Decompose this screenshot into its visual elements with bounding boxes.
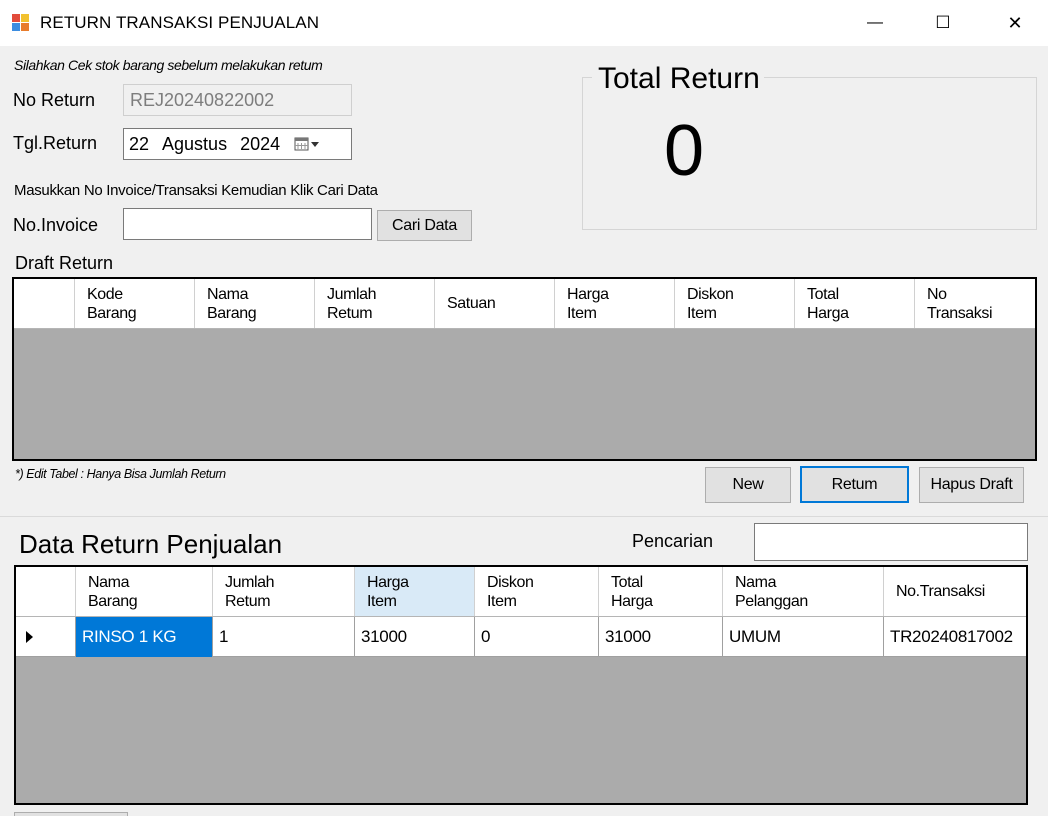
edit-table-note: *) Edit Tabel : Hanya Bisa Jumlah Return <box>15 467 226 481</box>
cell-no-transaksi[interactable]: TR20240817002 <box>884 617 1026 657</box>
maximize-button[interactable]: ☐ <box>908 0 978 46</box>
cell-jumlah-return[interactable]: 1 <box>213 617 355 657</box>
cell-total-harga[interactable]: 31000 <box>599 617 723 657</box>
section-divider <box>0 516 1048 517</box>
return-date-picker[interactable]: 22 Agustus 2024 <box>123 128 352 160</box>
cell-diskon-item[interactable]: 0 <box>475 617 599 657</box>
close-button[interactable]: ✕ <box>980 0 1048 46</box>
draft-col-no-transaksi[interactable]: No Transaksi <box>915 279 1035 328</box>
return-button[interactable]: Retum <box>800 466 909 503</box>
cell-nama-pelanggan[interactable]: UMUM <box>723 617 884 657</box>
cell-harga-item[interactable]: 31000 <box>355 617 475 657</box>
data-col-total-harga[interactable]: Total Harga <box>599 567 723 616</box>
draft-col-total-harga[interactable]: Total Harga <box>795 279 915 328</box>
draft-col-jumlah-return[interactable]: Jumlah Retum <box>315 279 435 328</box>
draft-row-header-corner <box>14 279 75 328</box>
data-row-header-corner <box>16 567 76 616</box>
data-col-jumlah-return[interactable]: Jumlah Retum <box>213 567 355 616</box>
date-day: 22 <box>129 133 150 154</box>
invoice-instruction: Masukkan No Invoice/Transaksi Kemudian K… <box>14 182 378 199</box>
data-return-grid[interactable]: Nama Barang Jumlah Retum Harga Item Diskon I… <box>14 565 1028 805</box>
stock-check-note: Silahkan Cek stok barang sebelum melakuk… <box>14 57 323 73</box>
date-year: 2024 <box>240 133 281 154</box>
invoice-label: No.Invoice <box>13 215 99 235</box>
search-label: Pencarian <box>632 531 714 551</box>
total-return-value: 0 <box>664 111 705 191</box>
no-return-label: No Return <box>13 90 96 110</box>
app-icon <box>12 13 30 31</box>
draft-grid-header: Kode Barang Nama Barang Jumlah Retum Satuan… <box>14 279 1035 329</box>
date-month: Agustus <box>162 133 228 154</box>
cell-nama-barang[interactable]: RINSO 1 KG <box>76 617 213 657</box>
tgl-return-label: Tgl.Return <box>13 133 98 153</box>
data-col-diskon-item[interactable]: Diskon Item <box>475 567 599 616</box>
data-col-harga-item[interactable]: Harga Item <box>355 567 475 616</box>
data-grid-header: Nama Barang Jumlah Retum Harga Item Diskon I… <box>16 567 1026 617</box>
data-return-title: Data Return Penjualan <box>19 529 283 559</box>
draft-col-diskon-item[interactable]: Diskon Item <box>675 279 795 328</box>
draft-col-harga-item[interactable]: Harga Item <box>555 279 675 328</box>
search-input[interactable] <box>754 523 1028 561</box>
bottom-partial-button[interactable] <box>14 812 128 816</box>
draft-return-title: Draft Return <box>15 253 114 273</box>
table-row[interactable]: RINSO 1 KG 1 31000 0 31000 UMUM TR202408… <box>16 617 1026 657</box>
draft-col-nama-barang[interactable]: Nama Barang <box>195 279 315 328</box>
hapus-draft-button[interactable]: Hapus Draft <box>919 467 1024 503</box>
draft-return-grid[interactable]: Kode Barang Nama Barang Jumlah Retum Satuan… <box>12 277 1037 461</box>
total-return-box <box>582 77 1037 230</box>
draft-col-kode-barang[interactable]: Kode Barang <box>75 279 195 328</box>
row-pointer-icon[interactable] <box>16 617 76 657</box>
total-return-title: Total Return <box>592 62 764 96</box>
calendar-dropdown-icon[interactable] <box>294 136 320 152</box>
no-return-field <box>123 84 352 116</box>
draft-col-satuan[interactable]: Satuan <box>435 279 555 328</box>
search-data-button[interactable]: Cari Data <box>377 210 472 241</box>
data-col-nama-pelanggan[interactable]: Nama Pelanggan <box>723 567 884 616</box>
data-col-no-transaksi[interactable]: No.Transaksi <box>884 567 1026 616</box>
invoice-input[interactable] <box>123 208 372 240</box>
data-col-nama-barang[interactable]: Nama Barang <box>76 567 213 616</box>
minimize-button[interactable]: — <box>840 0 910 46</box>
new-button[interactable]: New <box>705 467 791 503</box>
window-title: RETURN TRANSAKSI PENJUALAN <box>40 13 320 32</box>
